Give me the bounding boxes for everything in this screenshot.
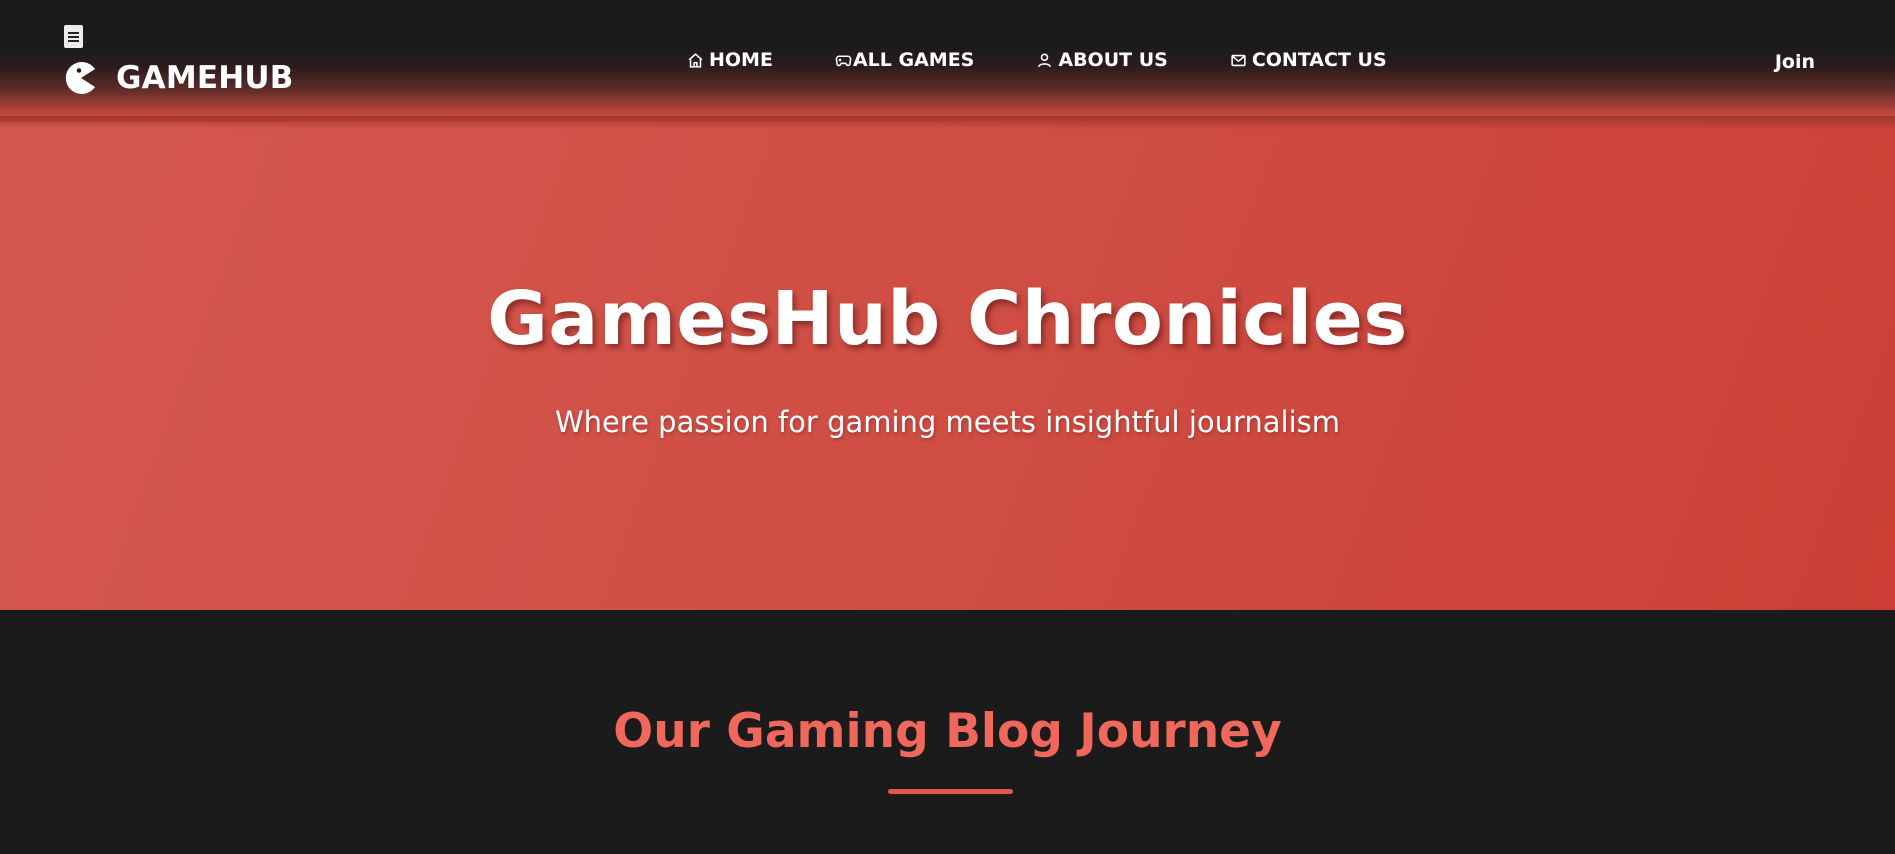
brand-logo-link[interactable]: GAMEHUB: [64, 60, 294, 96]
hero-title: GamesHub Chronicles: [487, 276, 1408, 362]
menu-line-icon: [68, 31, 79, 34]
menu-line-icon: [68, 39, 79, 42]
section-title: Our Gaming Blog Journey: [613, 704, 1282, 759]
nav-item-all-games[interactable]: ALL GAMES: [835, 49, 974, 71]
brand-name: GAMEHUB: [116, 60, 294, 96]
home-icon: [688, 52, 703, 68]
site-header: GAMEHUB HOME ALL GAMES ABOUT US CONTACT …: [0, 0, 1895, 122]
header-shadow: [0, 116, 1895, 130]
nav-label: HOME: [709, 49, 773, 71]
gamepad-icon: [835, 54, 852, 66]
hero-subtitle: Where passion for gaming meets insightfu…: [554, 405, 1341, 439]
join-button[interactable]: Join: [1775, 51, 1815, 73]
section-title-underline: [888, 789, 1013, 794]
nav-label: CONTACT US: [1251, 49, 1387, 71]
nav-item-home[interactable]: HOME: [687, 49, 773, 71]
user-icon: [1038, 53, 1052, 67]
menu-toggle-button[interactable]: [64, 25, 83, 48]
mail-icon: [1231, 54, 1246, 66]
nav-label: ABOUT US: [1058, 49, 1168, 71]
nav-item-contact-us[interactable]: CONTACT US: [1230, 49, 1387, 71]
menu-line-icon: [68, 35, 79, 38]
main-nav: HOME ALL GAMES ABOUT US CONTACT US: [687, 49, 1387, 71]
pacman-icon: [65, 62, 95, 94]
nav-item-about-us[interactable]: ABOUT US: [1036, 49, 1168, 71]
nav-label: ALL GAMES: [852, 49, 975, 71]
